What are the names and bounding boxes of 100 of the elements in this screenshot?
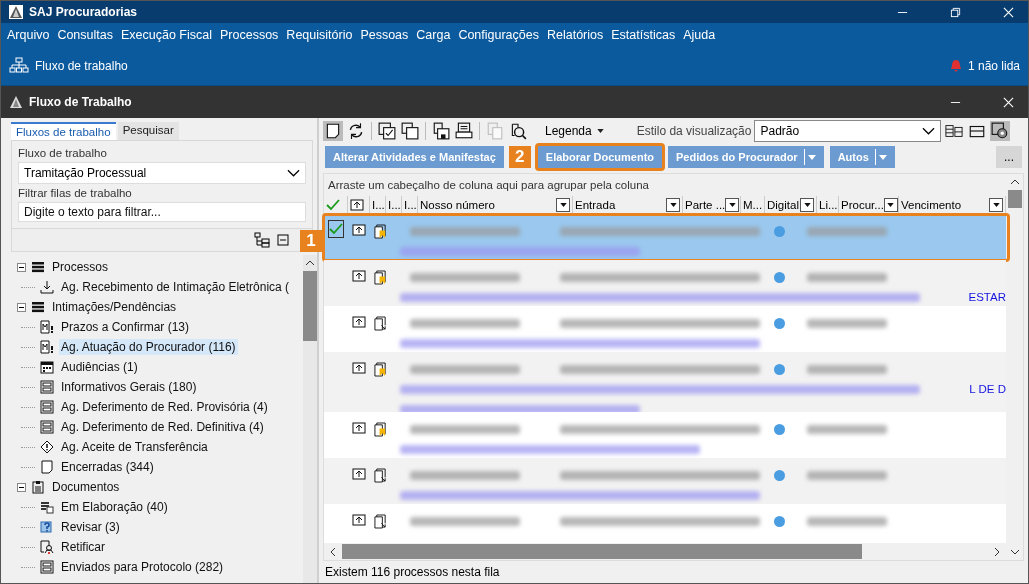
tree-item[interactable]: Ag. Aceite de Transferência [59,439,210,455]
print-icon[interactable] [454,121,474,141]
tree-item[interactable]: Ag. Deferimento de Red. Definitiva (4) [59,419,266,435]
tree-group[interactable]: Intimações/Pendências [50,299,179,315]
check-icon[interactable] [326,198,340,211]
bookmarked-document-icon [373,422,387,437]
collapse-icon[interactable] [276,232,292,248]
more-button[interactable]: ... [996,146,1022,168]
tree-item[interactable]: Em Elaboração (40) [59,499,170,515]
expander-icon[interactable] [17,302,26,312]
scroll-up-icon[interactable] [305,260,315,266]
expand-icon[interactable] [350,198,364,211]
tree-item[interactable]: Encerradas (344) [59,459,156,475]
link-text[interactable]: ESTAR [968,291,1006,303]
save-icon[interactable] [431,121,451,141]
workflow-module-button[interactable]: Fluxo de trabalho [9,57,128,75]
column-header[interactable]: I... [370,196,386,213]
column-header[interactable]: M... [741,196,765,213]
tree-item[interactable]: Prazos a Confirmar (13) [59,319,192,335]
tree-item[interactable]: Ag. Deferimento de Red. Provisória (4) [59,399,270,415]
column-header[interactable]: Digital [765,196,817,213]
vertical-scrollbar[interactable] [1006,174,1023,560]
scroll-right-icon[interactable] [994,546,1000,557]
column-header[interactable]: I... [386,196,402,213]
tab[interactable]: Fluxos de trabalho [11,122,116,140]
filter-dropdown-icon[interactable] [803,202,811,207]
filter-dropdown-icon[interactable] [992,202,1000,207]
close-icon[interactable] [1003,6,1014,18]
expand-icon[interactable] [352,468,366,480]
column-header[interactable]: Li... [817,196,839,213]
scrollbar-thumb[interactable] [303,271,317,341]
menu-item[interactable]: Processos [220,28,279,42]
tree-item[interactable]: Informativos Gerais (180) [59,379,199,395]
menu-item[interactable]: Pessoas [360,28,409,42]
menu-item[interactable]: Relatórios [547,28,604,42]
field-label: Fluxo de trabalho [18,147,108,159]
expander-icon[interactable] [17,482,26,492]
column-header[interactable]: Nosso número [418,196,573,213]
column-header[interactable]: I... [402,196,418,213]
copy-icon[interactable] [400,121,420,141]
expand-icon[interactable] [352,316,366,328]
scrollbar-thumb[interactable] [342,544,862,559]
tree-view-icon[interactable] [254,232,270,248]
scroll-left-icon[interactable] [330,546,336,557]
expand-icon[interactable] [352,422,366,434]
tree-group[interactable]: Documentos [50,479,122,495]
menu-item[interactable]: Carga [416,28,451,42]
vertical-scrollbar[interactable] [303,255,317,583]
menu-item[interactable]: Configurações [458,28,539,42]
expand-icon[interactable] [352,362,366,374]
filter-input[interactable]: Digite o texto para filtrar... [18,202,306,222]
column-header[interactable]: Parte ... [683,196,741,213]
scroll-up-icon[interactable] [1009,179,1020,185]
checklist-icon[interactable] [377,121,397,141]
notifications-button[interactable]: 1 não lida [949,59,1020,73]
app-logo-icon [9,5,23,19]
column-header[interactable]: Procur... [839,196,899,213]
menu-item[interactable]: Estatísticas [611,28,676,42]
page-icon[interactable] [323,121,343,141]
link-text[interactable]: L DE D [969,383,1006,395]
column-header[interactable]: Entrada [573,196,683,213]
scrollbar-thumb[interactable] [1007,190,1022,208]
tree-item[interactable]: Audiências (1) [59,359,140,375]
filter-dropdown-icon[interactable] [887,202,895,207]
check-icon[interactable] [328,220,344,238]
warning-icon [40,440,54,454]
close-icon[interactable] [1003,96,1014,108]
tree-item[interactable]: Ag. Recebimento de Intimação Eletrônica ( [59,279,292,295]
tree-item[interactable]: Revisar (3) [59,519,122,535]
status-text: Existem 116 processos nesta fila [324,564,501,581]
tree-group[interactable]: Processos [50,259,111,275]
menu-item[interactable]: Requisitório [286,28,353,42]
legend-dropdown[interactable]: Legenda [539,123,610,139]
table-row[interactable]: L DE D [324,352,1006,412]
tree-item[interactable]: Ag. Atuação do Procurador (116) [59,339,238,355]
filter-dropdown-icon[interactable] [728,202,736,207]
restore-icon[interactable] [950,6,961,18]
view-style-dropdown[interactable]: Padrão [754,120,942,142]
horizontal-scrollbar[interactable] [324,543,1006,560]
caret-icon[interactable] [807,154,816,160]
filter-dropdown-icon[interactable] [669,202,677,207]
stack-icon [31,300,45,314]
column-header[interactable]: Vencimento [899,196,1006,213]
menu-item[interactable]: Ajuda [683,28,716,42]
table-row[interactable]: ESTAR [324,260,1006,306]
settings-icon[interactable] [990,121,1011,141]
tab[interactable]: Pesquisar [117,122,179,140]
workflow-dropdown[interactable]: Tramitação Processual [18,162,306,184]
expand-icon[interactable] [352,224,366,236]
scroll-down-icon[interactable] [1009,549,1020,555]
expander-icon[interactable] [17,262,26,272]
expand-icon[interactable] [352,514,366,526]
menu-item[interactable]: Execução Fiscal [121,28,212,42]
tree-item[interactable]: Enviados para Protocolo (282) [59,559,226,575]
expand-icon[interactable] [352,270,366,282]
tree-item[interactable]: Retificar [59,539,107,555]
caret-icon[interactable] [878,154,887,160]
menu-item[interactable]: Arquivo [7,28,50,42]
filter-dropdown-icon[interactable] [559,202,567,207]
menu-item[interactable]: Consultas [57,28,113,42]
